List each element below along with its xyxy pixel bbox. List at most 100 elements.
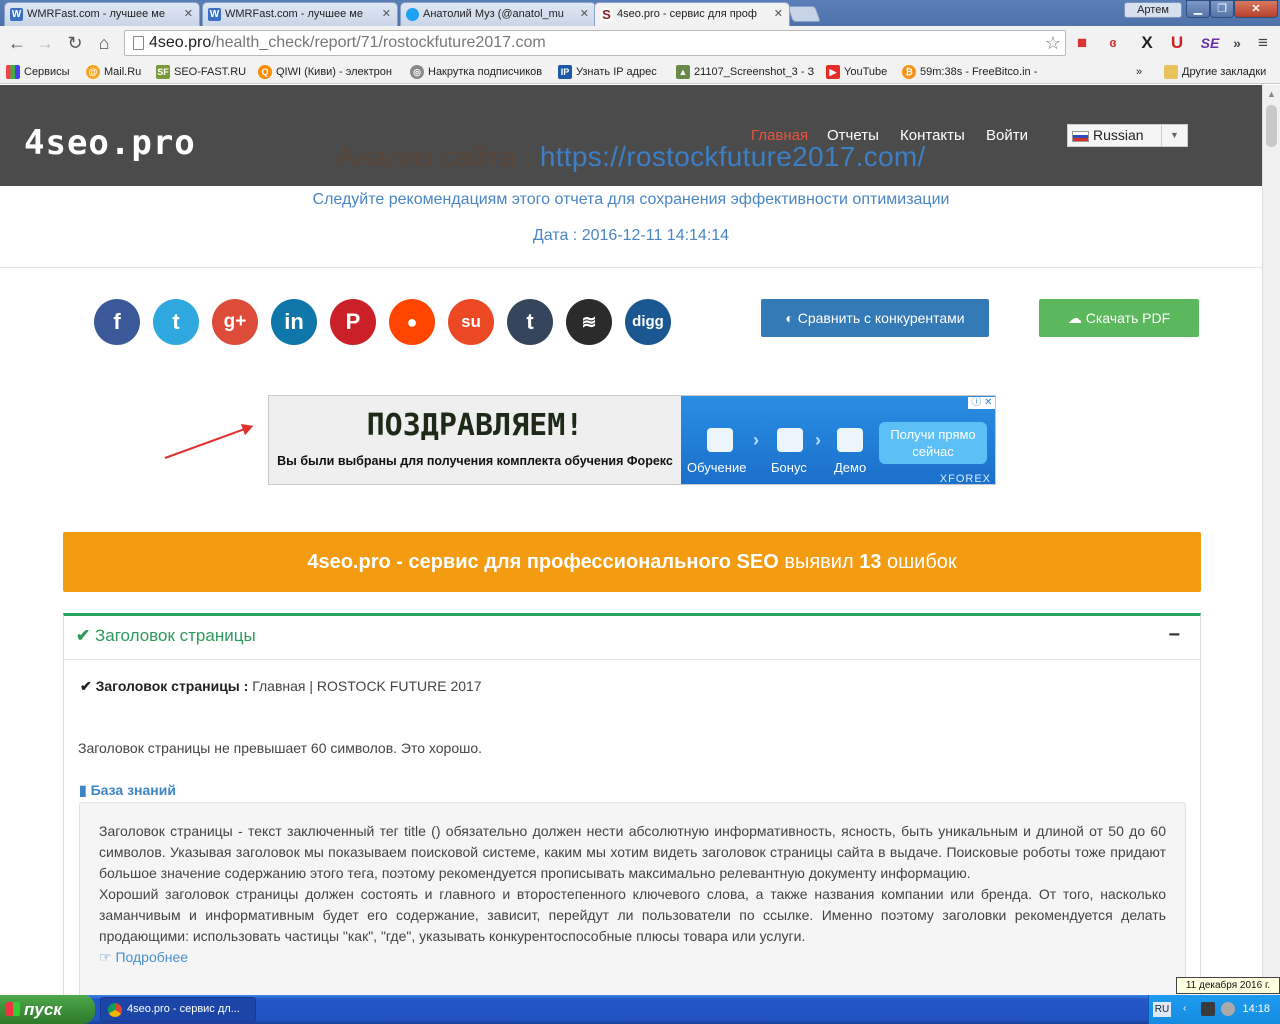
buffer-share-icon[interactable]: ≋ (566, 299, 612, 345)
ip-icon: IP (558, 65, 572, 79)
knowledge-base-box: Заголовок страницы - текст заключенный т… (79, 802, 1186, 995)
panel-title: ✔ Заголовок страницы (76, 626, 256, 645)
language-indicator[interactable]: RU (1153, 1002, 1171, 1017)
extension-icon[interactable]: ɞ (1102, 32, 1124, 54)
compare-competitors-button[interactable]: ◐ Сравнить с конкурентами (761, 299, 989, 337)
reddit-share-icon[interactable]: ● (389, 299, 435, 345)
cloud-download-icon: ☁ (1067, 310, 1086, 326)
wallet-icon (777, 428, 803, 452)
reload-icon[interactable]: ↻ (64, 32, 86, 54)
bookmarks-overflow[interactable]: » (1136, 63, 1142, 81)
digg-share-icon[interactable]: digg (625, 299, 671, 345)
close-tab-icon[interactable]: ✕ (774, 3, 783, 25)
close-window-button[interactable]: ✕ (1234, 0, 1278, 18)
browser-tab-active[interactable]: S 4seo.pro - сервис для проф ✕ (594, 2, 790, 26)
start-button[interactable]: пуск (0, 995, 95, 1024)
checkmark-icon: ✔ (76, 626, 91, 645)
browser-tab[interactable]: W WMRFast.com - лучшее ме ✕ (4, 2, 200, 26)
bookmark-seofast[interactable]: SF SEO-FAST.RU (156, 63, 246, 81)
ad-step-demo: Демо (834, 460, 867, 475)
tray-app-icon[interactable] (1201, 1002, 1215, 1016)
panel-header[interactable]: ✔ Заголовок страницы − (64, 616, 1200, 660)
bookmark-ip[interactable]: IP Узнать IP адрес (558, 63, 657, 81)
error-count: 13 (859, 551, 882, 573)
mailru-icon: @ (86, 65, 100, 79)
profile-button[interactable]: Артем (1124, 2, 1182, 18)
ad-brand: XFOREX (939, 473, 991, 485)
date-tooltip: 11 декабря 2016 г. (1176, 977, 1280, 994)
google-plus-share-icon[interactable]: g+ (212, 299, 258, 345)
close-tab-icon[interactable]: ✕ (184, 3, 193, 25)
bookmark-youtube[interactable]: ▶ YouTube (826, 63, 887, 81)
bookmark-nakrutka[interactable]: ◎ Накрутка подписчиков (410, 63, 542, 81)
bookmark-screenshot[interactable]: ▲ 21107_Screenshot_3 - З (676, 63, 814, 81)
ad-choices-close-icon[interactable]: ⓘ ✕ (968, 397, 995, 409)
minimize-window-button[interactable]: ▁ (1186, 0, 1210, 18)
chevron-right-icon: › (815, 430, 821, 450)
screen: W WMRFast.com - лучшее ме ✕ W WMRFast.co… (0, 0, 1280, 1024)
book-icon: ▮ (79, 782, 91, 798)
page-title-message: Заголовок страницы не превышает 60 симво… (78, 740, 483, 756)
bookmarks-bar: Сервисы @ Mail.Ru SF SEO-FAST.RU Q QIWI (Ки… (0, 60, 1280, 84)
linkedin-share-icon[interactable]: in (271, 299, 317, 345)
back-arrow-icon[interactable]: ← (6, 32, 28, 54)
home-icon[interactable]: ⌂ (93, 32, 115, 54)
ad-cta-button[interactable]: Получи прямо сейчас (879, 422, 987, 464)
bookmark-freebitcoin[interactable]: ₿ 59m:38s - FreeBitco.in - (902, 63, 1037, 81)
page-scrollbar[interactable]: ▲ ▼ (1262, 85, 1280, 995)
new-tab-button[interactable] (787, 6, 821, 22)
bookmark-apps[interactable]: Сервисы (6, 63, 70, 81)
address-bar[interactable]: 4seo.pro/health_check/report/71/rostockf… (124, 30, 1066, 56)
tab-title: Анатолий Муз (@anatol_mu (423, 8, 564, 20)
stumbleupon-share-icon[interactable]: su (448, 299, 494, 345)
clock[interactable]: 14:18 (1242, 995, 1270, 1024)
cube-extension-icon[interactable]: ■ (1071, 32, 1093, 54)
kb-paragraph: Хороший заголовок страницы должен состоя… (99, 886, 1166, 944)
extensions-overflow-icon[interactable]: » (1226, 32, 1248, 54)
twitter-share-icon[interactable]: t (153, 299, 199, 345)
browser-tab[interactable]: W WMRFast.com - лучшее ме ✕ (202, 2, 398, 26)
taskbar-window-chrome[interactable]: 4seo.pro - сервис дл... (100, 997, 256, 1022)
page-icon (133, 36, 144, 50)
half-circle-icon: ◐ (785, 310, 798, 326)
x-extension-icon[interactable]: X (1136, 32, 1158, 54)
chrome-icon (108, 1003, 122, 1017)
tab-title: 4seo.pro - сервис для проф (617, 8, 757, 20)
url-text[interactable]: 4seo.pro/health_check/report/71/rostockf… (149, 31, 546, 55)
analysed-url-link[interactable]: https://rostockfuture2017.com/ (540, 141, 926, 172)
kb-paragraph: Заголовок страницы - текст заключенный т… (99, 823, 1166, 881)
forex-ad-banner[interactable]: ПОЗДРАВЛЯЕМ! Вы были выбраны для получен… (268, 395, 996, 485)
bookmark-qiwi[interactable]: Q QIWI (Киви) - электрон (258, 63, 392, 81)
close-tab-icon[interactable]: ✕ (382, 3, 391, 25)
wmrfast-favicon-icon: W (10, 8, 23, 21)
facebook-share-icon[interactable]: f (94, 299, 140, 345)
tumblr-share-icon[interactable]: t (507, 299, 553, 345)
tray-app-icon[interactable] (1221, 1002, 1235, 1016)
4seo-favicon-icon: S (600, 8, 613, 21)
bookmark-other-folder[interactable]: Другие закладки (1164, 63, 1266, 81)
scrollbar-thumb[interactable] (1266, 105, 1277, 147)
ad-text: Вы были выбраны для получения комплекта … (277, 454, 673, 468)
ad-step-bonus: Бонус (771, 460, 807, 475)
close-tab-icon[interactable]: ✕ (580, 3, 589, 25)
read-more-link[interactable]: ☞ Подробнее (99, 947, 1166, 968)
system-tray: RU ‹ 14:18 (1148, 995, 1280, 1024)
training-icon (707, 428, 733, 452)
u-extension-icon[interactable]: U (1166, 32, 1188, 54)
forward-arrow-icon[interactable]: → (34, 32, 56, 54)
scroll-up-icon[interactable]: ▲ (1267, 89, 1276, 99)
bookmark-star-icon[interactable]: ☆ (1045, 31, 1061, 55)
menu-icon[interactable]: ≡ (1252, 32, 1274, 54)
bookmark-mailru[interactable]: @ Mail.Ru (86, 63, 141, 81)
se-extension-icon[interactable]: SE (1199, 32, 1221, 54)
browser-tab[interactable]: Анатолий Муз (@anatol_mu ✕ (400, 2, 596, 26)
download-pdf-button[interactable]: ☁ Скачать PDF (1039, 299, 1199, 337)
wmrfast-favicon-icon: W (208, 8, 221, 21)
pinterest-share-icon[interactable]: P (330, 299, 376, 345)
collapse-button[interactable]: − (1168, 624, 1180, 647)
chevron-right-icon: › (753, 430, 759, 450)
restore-window-button[interactable]: ❐ (1210, 0, 1234, 18)
red-arrow-annotation (164, 425, 252, 459)
ad-headline: ПОЗДРАВЛЯЕМ! (366, 408, 584, 443)
tray-expand-icon[interactable]: ‹ (1183, 1003, 1186, 1014)
